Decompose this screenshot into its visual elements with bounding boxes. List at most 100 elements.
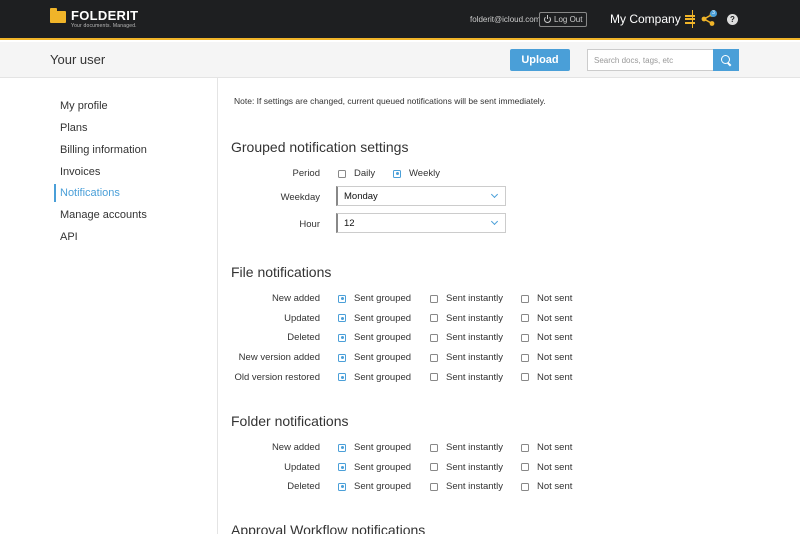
notification-option[interactable]: Sent grouped: [338, 481, 411, 492]
help-icon[interactable]: ?: [727, 14, 738, 25]
top-navigation-bar: FOLDERIT Your documents. Managed. folder…: [0, 0, 800, 40]
option-checkbox[interactable]: [521, 443, 529, 452]
option-label: Not sent: [537, 442, 573, 453]
sidebar-item-plans[interactable]: Plans: [54, 119, 88, 137]
option-label: Not sent: [537, 481, 573, 493]
weekday-label: Weekday: [280, 192, 320, 203]
period-weekly-checkbox[interactable]: [393, 169, 401, 178]
notification-option[interactable]: Sent instantly: [430, 372, 503, 383]
option-label: Not sent: [537, 332, 573, 344]
hour-label: Hour: [299, 219, 320, 230]
period-weekly-option[interactable]: Weekly: [393, 168, 440, 179]
option-checkbox[interactable]: [430, 353, 438, 362]
option-checkbox[interactable]: [430, 443, 438, 452]
notification-option[interactable]: Sent instantly: [430, 293, 503, 304]
notification-row-label: Deleted: [287, 481, 320, 493]
notification-option[interactable]: Sent grouped: [338, 442, 411, 453]
section-title-approval-workflow: Approval Workflow notifications: [231, 522, 426, 534]
user-email: folderit@icloud.com: [470, 15, 541, 24]
notification-option[interactable]: Sent instantly: [430, 332, 503, 343]
settings-note: Note: If settings are changed, current q…: [234, 96, 546, 106]
hour-value: 12: [344, 217, 355, 229]
option-label: Weekly: [409, 168, 440, 179]
folder-icon: [50, 8, 66, 23]
option-checkbox[interactable]: [521, 294, 529, 303]
notification-option[interactable]: Not sent: [521, 462, 572, 473]
notification-option[interactable]: Not sent: [521, 313, 572, 324]
option-checkbox[interactable]: [338, 482, 346, 491]
option-label: Sent instantly: [446, 293, 504, 304]
option-label: Sent grouped: [354, 352, 412, 364]
option-checkbox[interactable]: [338, 373, 346, 382]
notification-option[interactable]: Sent grouped: [338, 462, 411, 473]
option-checkbox[interactable]: [521, 353, 529, 362]
option-checkbox[interactable]: [338, 443, 346, 452]
option-checkbox[interactable]: [338, 314, 346, 323]
option-label: Sent instantly: [446, 312, 504, 324]
option-label: Not sent: [537, 371, 573, 383]
option-checkbox[interactable]: [430, 294, 438, 303]
option-label: Sent grouped: [354, 461, 412, 473]
notification-option[interactable]: Sent grouped: [338, 293, 411, 304]
notification-option[interactable]: Sent instantly: [430, 481, 503, 492]
option-checkbox[interactable]: [338, 463, 346, 472]
weekday-select[interactable]: Monday: [336, 186, 506, 206]
notification-option[interactable]: Sent grouped: [338, 313, 411, 324]
notification-option[interactable]: Not sent: [521, 442, 572, 453]
sidebar-item-my-profile[interactable]: My profile: [54, 97, 108, 115]
option-checkbox[interactable]: [430, 482, 438, 491]
logout-button[interactable]: Log Out: [539, 12, 588, 27]
notification-option[interactable]: Not sent: [521, 293, 572, 304]
option-checkbox[interactable]: [521, 463, 529, 472]
notification-option[interactable]: Sent grouped: [338, 352, 411, 363]
option-label: Sent instantly: [446, 371, 504, 383]
notification-option[interactable]: Not sent: [521, 352, 572, 363]
option-checkbox[interactable]: [338, 353, 346, 362]
hour-select[interactable]: 12: [336, 213, 506, 233]
option-checkbox[interactable]: [521, 333, 529, 342]
notification-row-label: Updated: [284, 461, 320, 473]
option-label: Sent grouped: [354, 371, 412, 383]
option-label: Sent instantly: [446, 352, 504, 364]
option-label: Daily: [354, 168, 376, 179]
search-icon: [720, 54, 730, 64]
notification-option[interactable]: Sent grouped: [338, 332, 411, 343]
option-checkbox[interactable]: [430, 333, 438, 342]
sidebar-item-billing-information[interactable]: Billing information: [54, 141, 147, 159]
company-menu[interactable]: My Company: [610, 12, 695, 26]
option-label: Not sent: [537, 352, 573, 364]
option-checkbox[interactable]: [338, 294, 346, 303]
option-checkbox[interactable]: [430, 463, 438, 472]
option-label: Sent instantly: [446, 332, 504, 344]
notification-option[interactable]: Not sent: [521, 372, 572, 383]
notification-option[interactable]: Sent instantly: [430, 352, 503, 363]
search-input[interactable]: [587, 49, 714, 71]
notification-option[interactable]: Sent instantly: [430, 442, 503, 453]
period-daily-checkbox[interactable]: [338, 169, 346, 178]
option-label: Not sent: [537, 312, 573, 324]
option-checkbox[interactable]: [338, 333, 346, 342]
notification-row-label: New added: [271, 293, 320, 304]
option-label: Sent grouped: [354, 481, 412, 493]
notification-option[interactable]: Sent instantly: [430, 462, 503, 473]
option-checkbox[interactable]: [430, 314, 438, 323]
option-checkbox[interactable]: [521, 314, 529, 323]
notification-option[interactable]: Sent grouped: [338, 372, 411, 383]
search-button[interactable]: [713, 49, 739, 71]
option-checkbox[interactable]: [521, 373, 529, 382]
section-title-folder-notifications: Folder notifications: [231, 413, 349, 429]
period-daily-option[interactable]: Daily: [338, 168, 375, 179]
option-checkbox[interactable]: [430, 373, 438, 382]
upload-button[interactable]: Upload: [510, 49, 570, 71]
notification-option[interactable]: Not sent: [521, 481, 572, 492]
option-checkbox[interactable]: [521, 482, 529, 491]
logo-tagline: Your documents. Managed.: [71, 23, 137, 29]
sidebar-item-api[interactable]: API: [54, 228, 78, 246]
section-title-grouped: Grouped notification settings: [231, 139, 409, 155]
divider: [692, 10, 693, 28]
notification-option[interactable]: Sent instantly: [430, 313, 503, 324]
chevron-down-icon: [490, 190, 499, 199]
folderit-logo[interactable]: FOLDERIT Your documents. Managed.: [50, 8, 138, 32]
notification-option[interactable]: Not sent: [521, 332, 572, 343]
period-label: Period: [292, 168, 320, 179]
